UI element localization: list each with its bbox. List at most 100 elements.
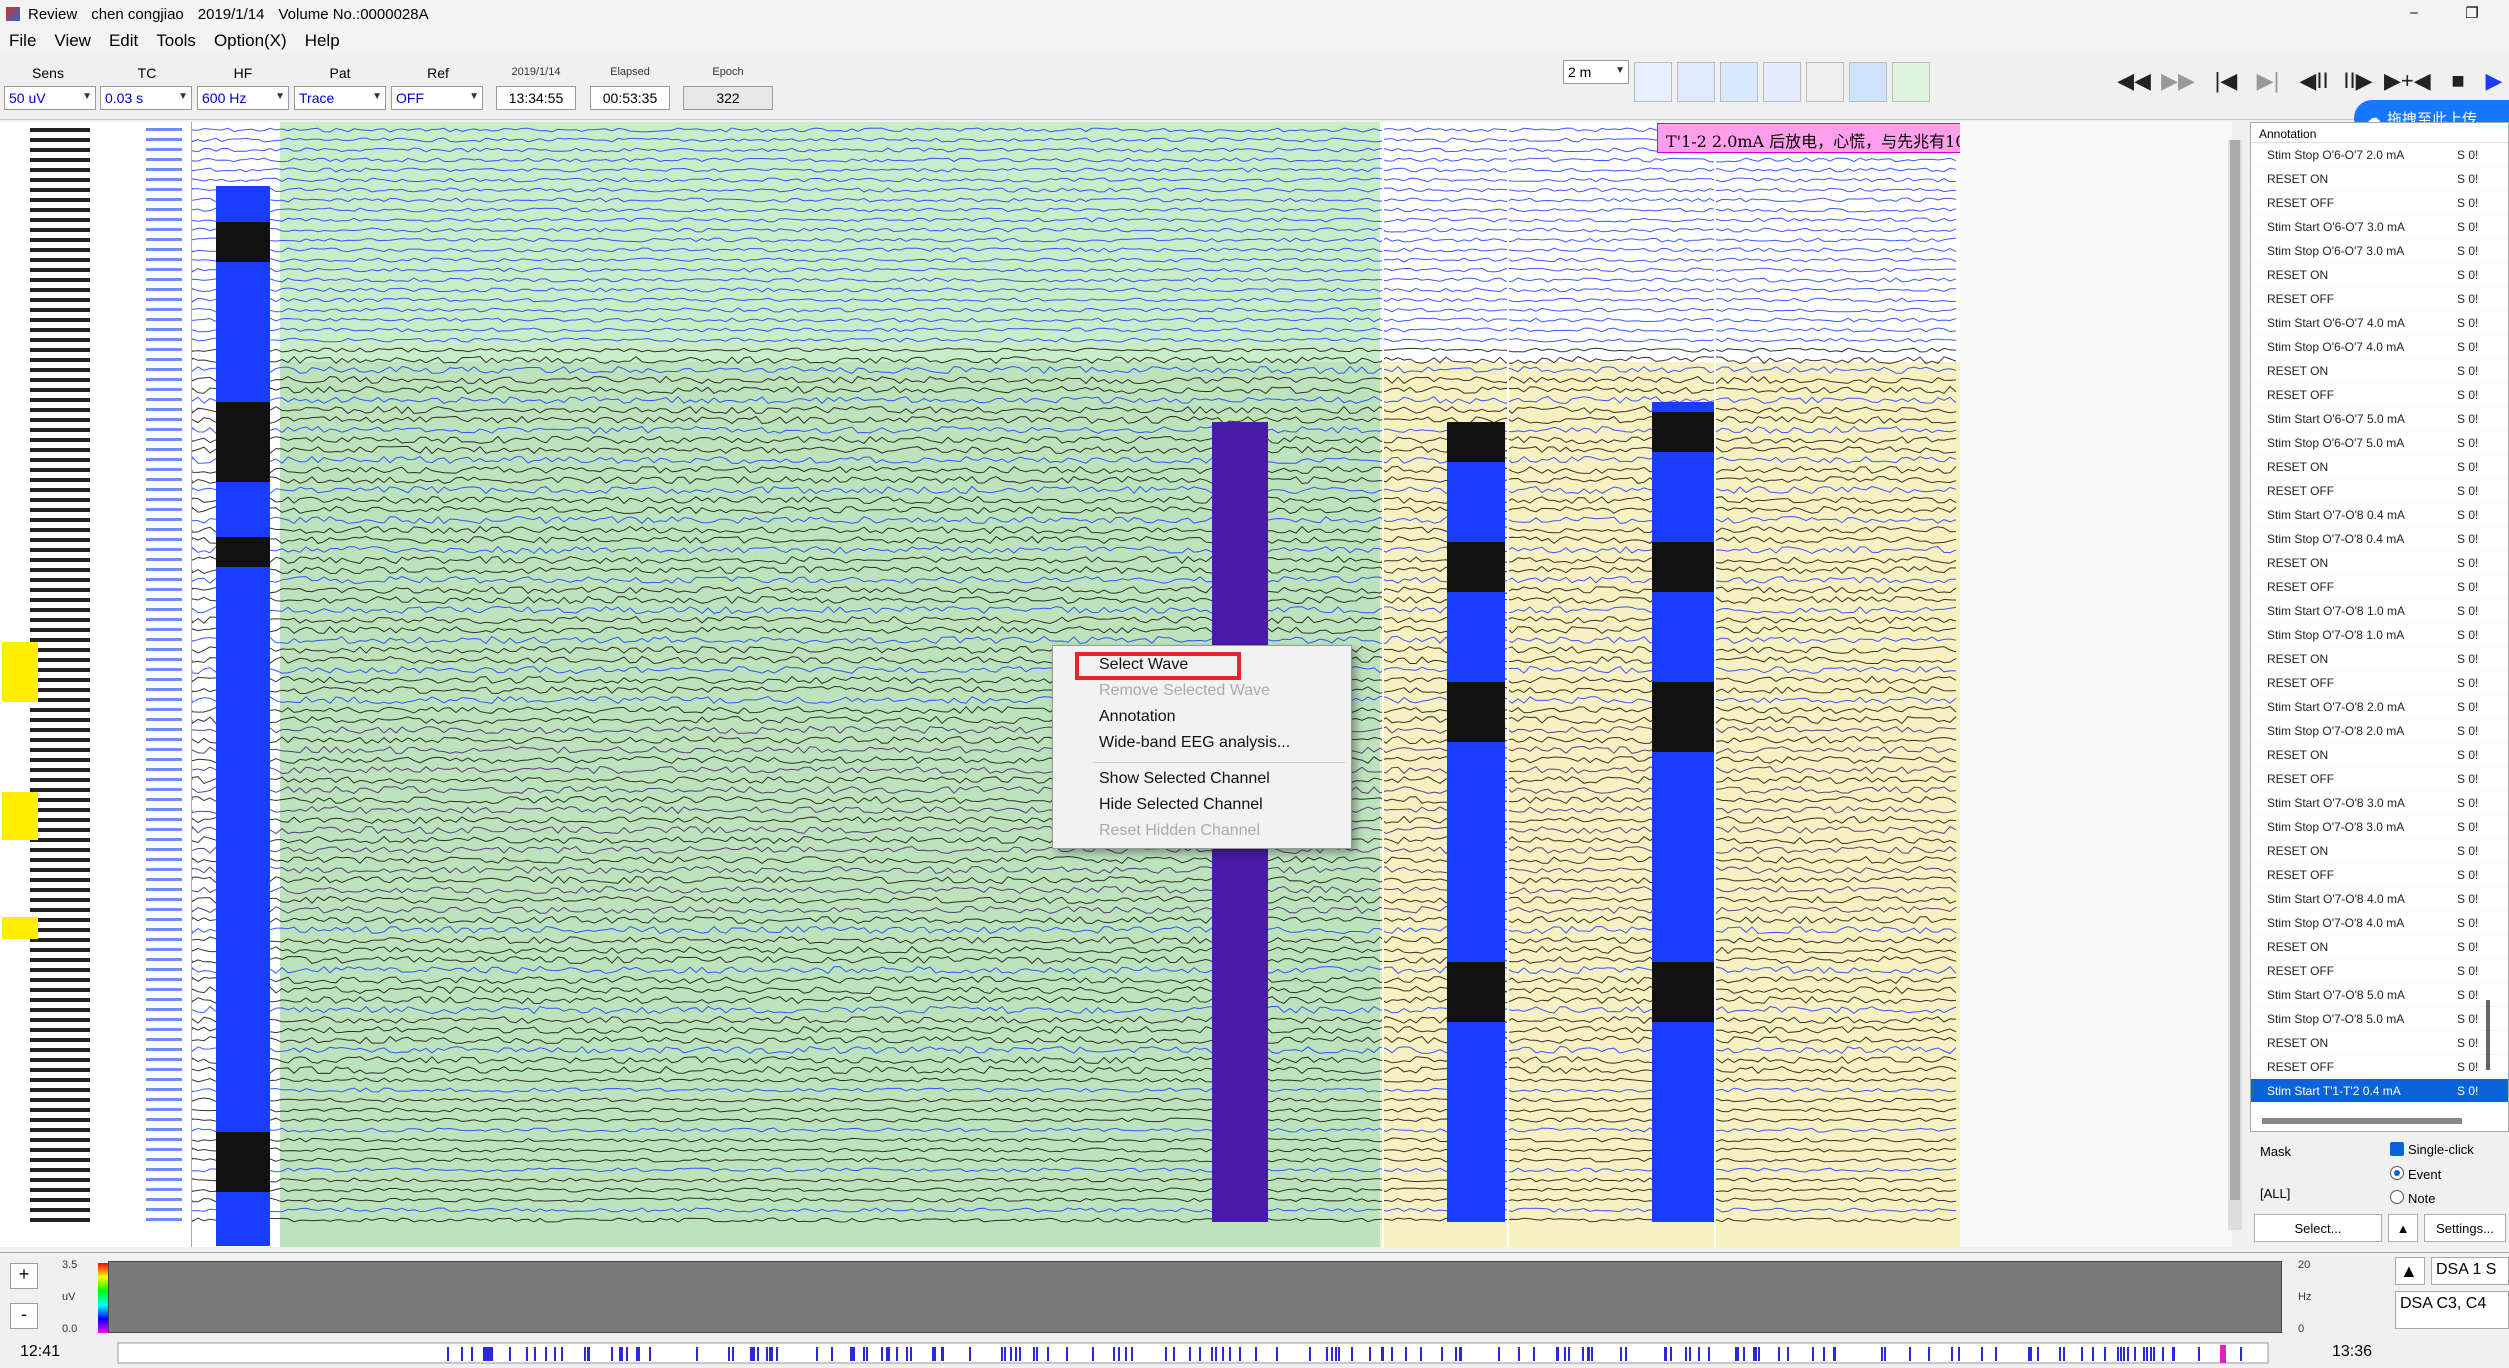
- dsa-mode-label[interactable]: DSA 1 S: [2431, 1257, 2509, 1285]
- fast-forward-icon[interactable]: ▶▶: [2160, 68, 2196, 98]
- annotation-row[interactable]: Stim Stop O'7-O'8 3.0 mA S 0!: [2251, 815, 2508, 839]
- vertical-scrollbar[interactable]: [2228, 140, 2242, 1230]
- triangle-up-icon[interactable]: ▲: [2395, 1257, 2425, 1285]
- chart-icon[interactable]: [1892, 62, 1930, 102]
- menu-remove-selected-wave[interactable]: Remove Selected Wave: [1099, 682, 1270, 704]
- settings-button[interactable]: Settings...: [2424, 1214, 2506, 1242]
- zoom-out-button[interactable]: -: [10, 1303, 38, 1329]
- select-button[interactable]: Select...: [2254, 1214, 2382, 1242]
- annotation-row[interactable]: RESET OFF S 0!: [2251, 671, 2508, 695]
- annotation-row[interactable]: Stim Stop O'7-O'8 5.0 mA S 0!: [2251, 1007, 2508, 1031]
- annotation-row[interactable]: Stim Start O'7-O'8 5.0 mA S 0!: [2251, 983, 2508, 1007]
- annotation-row[interactable]: RESET OFF S 0!: [2251, 479, 2508, 503]
- annotation-row[interactable]: RESET OFF S 0!: [2251, 959, 2508, 983]
- last-page-icon[interactable]: ▶|: [2250, 68, 2286, 98]
- menu-view[interactable]: View: [45, 31, 100, 51]
- annotation-row[interactable]: RESET OFF S 0!: [2251, 575, 2508, 599]
- menu-wide-band-analysis[interactable]: Wide-band EEG analysis...: [1099, 734, 1290, 756]
- annotation-horizontal-scrollbar[interactable]: [2262, 1118, 2462, 1124]
- selected-channel-highlight[interactable]: [2, 792, 38, 840]
- single-click-checkbox[interactable]: [2390, 1142, 2404, 1156]
- annotation-row[interactable]: Stim Start O'7-O'8 2.0 mA S 0!: [2251, 695, 2508, 719]
- annotation-row[interactable]: RESET ON S 0!: [2251, 647, 2508, 671]
- first-page-icon[interactable]: |◀: [2208, 68, 2244, 98]
- report-icon[interactable]: [1763, 62, 1801, 102]
- annotation-row[interactable]: Stim Start O'7-O'8 4.0 mA S 0!: [2251, 887, 2508, 911]
- print-icon[interactable]: [1806, 62, 1844, 102]
- annotation-row[interactable]: RESET ON S 0!: [2251, 551, 2508, 575]
- annotation-row[interactable]: RESET ON S 0!: [2251, 263, 2508, 287]
- annotation-row[interactable]: RESET OFF S 0!: [2251, 287, 2508, 311]
- annotation-row[interactable]: Stim Stop O'6-O'7 4.0 mA S 0!: [2251, 335, 2508, 359]
- selected-channel-highlight[interactable]: [2, 642, 38, 702]
- ref-select[interactable]: OFF ▼: [391, 86, 483, 110]
- zoom-in-button[interactable]: +: [10, 1263, 38, 1289]
- map-icon[interactable]: [1720, 62, 1758, 102]
- annotation-row[interactable]: RESET OFF S 0!: [2251, 863, 2508, 887]
- annotation-row[interactable]: Stim Stop O'7-O'8 4.0 mA S 0!: [2251, 911, 2508, 935]
- timeline[interactable]: 12:41 13:36: [0, 1337, 2509, 1368]
- split-icon[interactable]: ▶+◀: [2384, 68, 2431, 98]
- annotation-row[interactable]: Stim Start O'7-O'8 3.0 mA S 0!: [2251, 791, 2508, 815]
- annotation-text: Stim Stop O'7-O'8 0.4 mA: [2267, 532, 2405, 546]
- annotation-row[interactable]: RESET ON S 0!: [2251, 935, 2508, 959]
- channel-label-panel[interactable]: [0, 122, 192, 1247]
- menu-reset-hidden-channel[interactable]: Reset Hidden Channel: [1099, 822, 1260, 844]
- timeline-cursor[interactable]: [2220, 1345, 2226, 1363]
- step-forward-icon[interactable]: II▶: [2340, 68, 2376, 98]
- photo-icon[interactable]: [1849, 62, 1887, 102]
- annotation-row[interactable]: RESET OFF S 0!: [2251, 767, 2508, 791]
- stop-icon[interactable]: ■: [2440, 68, 2476, 98]
- dsa-spectrogram[interactable]: [108, 1261, 2282, 1333]
- menu-edit[interactable]: Edit: [100, 31, 147, 51]
- step-back-icon[interactable]: ◀II: [2296, 68, 2332, 98]
- menu-file[interactable]: File: [0, 31, 45, 51]
- hf-select[interactable]: 600 Hz ▼: [197, 86, 289, 110]
- annotation-vertical-scrollbar[interactable]: [2486, 1000, 2490, 1070]
- annotation-row[interactable]: RESET ON S 0!: [2251, 455, 2508, 479]
- annotation-row[interactable]: RESET ON S 0!: [2251, 839, 2508, 863]
- marker-triangle-icon[interactable]: ▲: [2388, 1214, 2418, 1242]
- page-span-select[interactable]: 2 m ▼: [1563, 60, 1629, 84]
- annotation-row[interactable]: Stim Stop O'7-O'8 0.4 mA S 0!: [2251, 527, 2508, 551]
- annotation-row[interactable]: Stim Start O'7-O'8 1.0 mA S 0!: [2251, 599, 2508, 623]
- sens-select[interactable]: 50 uV ▼: [4, 86, 96, 110]
- tc-select[interactable]: 0.03 s ▼: [100, 86, 192, 110]
- annotation-row[interactable]: Stim Start O'7-O'8 0.4 mA S 0!: [2251, 503, 2508, 527]
- annotation-row[interactable]: Stim Start O'6-O'7 3.0 mA S 0!: [2251, 215, 2508, 239]
- annotation-row[interactable]: RESET OFF S 0!: [2251, 191, 2508, 215]
- note-radio[interactable]: [2390, 1190, 2404, 1204]
- save-icon[interactable]: [1634, 62, 1672, 102]
- scrollbar-thumb[interactable]: [2230, 140, 2240, 1200]
- pat-select[interactable]: Trace ▼: [294, 86, 386, 110]
- restore-icon[interactable]: ❐: [2462, 4, 2482, 24]
- play-icon[interactable]: ▶: [2476, 68, 2509, 98]
- annotation-row[interactable]: Stim Start O'6-O'7 4.0 mA S 0!: [2251, 311, 2508, 335]
- menu-annotation[interactable]: Annotation: [1099, 708, 1176, 730]
- annotation-row[interactable]: RESET ON S 0!: [2251, 359, 2508, 383]
- menu-show-selected-channel[interactable]: Show Selected Channel: [1099, 770, 1270, 792]
- selected-channel-highlight[interactable]: [2, 917, 38, 939]
- minimize-icon[interactable]: ⎯: [2404, 4, 2424, 24]
- timeline-track[interactable]: [117, 1342, 2269, 1364]
- annotation-row[interactable]: RESET ON S 0!: [2251, 167, 2508, 191]
- annotation-row[interactable]: Stim Stop O'6-O'7 2.0 mA S 0!: [2251, 143, 2508, 167]
- menu-option[interactable]: Option(X): [205, 31, 296, 51]
- menu-help[interactable]: Help: [296, 31, 349, 51]
- annotation-row[interactable]: RESET OFF S 0!: [2251, 383, 2508, 407]
- menu-tools[interactable]: Tools: [147, 31, 205, 51]
- annotation-row[interactable]: Stim Start O'6-O'7 5.0 mA S 0!: [2251, 407, 2508, 431]
- annotation-row[interactable]: Stim Stop O'6-O'7 5.0 mA S 0!: [2251, 431, 2508, 455]
- wave-icon[interactable]: [1677, 62, 1715, 102]
- annotation-row[interactable]: Stim Stop O'6-O'7 3.0 mA S 0!: [2251, 239, 2508, 263]
- annotation-row[interactable]: RESET OFF S 0!: [2251, 1055, 2508, 1079]
- fast-rewind-icon[interactable]: ◀◀: [2116, 68, 2152, 98]
- event-radio[interactable]: [2390, 1166, 2404, 1180]
- dsa-channel-label[interactable]: DSA C3, C4: [2395, 1291, 2509, 1329]
- annotation-row[interactable]: Stim Start T'1-T'2 0.4 mA S 0!: [2251, 1079, 2508, 1103]
- annotation-row[interactable]: RESET ON S 0!: [2251, 1031, 2508, 1055]
- annotation-row[interactable]: Stim Stop O'7-O'8 1.0 mA S 0!: [2251, 623, 2508, 647]
- annotation-row[interactable]: Stim Stop O'7-O'8 2.0 mA S 0!: [2251, 719, 2508, 743]
- menu-hide-selected-channel[interactable]: Hide Selected Channel: [1099, 796, 1263, 818]
- annotation-row[interactable]: RESET ON S 0!: [2251, 743, 2508, 767]
